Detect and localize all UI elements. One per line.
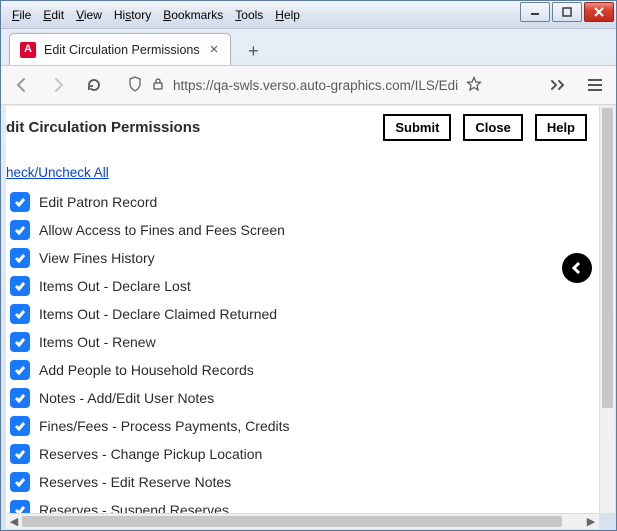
permission-label: Reserves - Change Pickup Location (39, 446, 262, 462)
checkbox[interactable] (10, 332, 30, 352)
checkbox[interactable] (10, 444, 30, 464)
permission-row: Items Out - Declare Lost (10, 272, 599, 300)
bookmark-star-icon[interactable] (466, 76, 482, 95)
vertical-scrollbar-thumb[interactable] (602, 108, 613, 408)
permission-label: Notes - Add/Edit User Notes (39, 390, 214, 406)
titlebar: File Edit View History Bookmarks Tools H… (1, 1, 616, 29)
help-button[interactable]: Help (535, 114, 587, 141)
checkbox[interactable] (10, 192, 30, 212)
page-title: dit Circulation Permissions (6, 119, 383, 136)
permission-row: Allow Access to Fines and Fees Screen (10, 216, 599, 244)
checkbox[interactable] (10, 276, 30, 296)
permission-label: View Fines History (39, 250, 155, 266)
checkbox[interactable] (10, 304, 30, 324)
lock-icon[interactable] (151, 77, 165, 94)
permission-row: Notes - Add/Edit User Notes (10, 384, 599, 412)
menu-bookmarks[interactable]: Bookmarks (158, 5, 228, 25)
checkbox[interactable] (10, 248, 30, 268)
tab-strip: Edit Circulation Permissions × + (1, 29, 616, 65)
permission-label: Items Out - Declare Claimed Returned (39, 306, 277, 322)
browser-tab[interactable]: Edit Circulation Permissions × (9, 33, 231, 65)
window-close-button[interactable] (584, 2, 614, 22)
permission-row: Fines/Fees - Process Payments, Credits (10, 412, 599, 440)
permission-label: Reserves - Edit Reserve Notes (39, 474, 231, 490)
menu-tools[interactable]: Tools (230, 5, 268, 25)
checkbox[interactable] (10, 388, 30, 408)
permission-row: Reserves - Suspend Reserves (10, 496, 599, 513)
permission-label: Reserves - Suspend Reserves (39, 502, 229, 513)
address-bar[interactable]: https://qa-swls.verso.auto-graphics.com/… (119, 70, 534, 100)
new-tab-button[interactable]: + (239, 37, 267, 65)
submit-button[interactable]: Submit (383, 114, 451, 141)
vertical-scrollbar[interactable] (599, 106, 615, 513)
menu-edit[interactable]: Edit (38, 5, 69, 25)
permission-label: Edit Patron Record (39, 194, 157, 210)
permissions-list: Edit Patron Record Allow Access to Fines … (6, 188, 599, 513)
permission-row: View Fines History (10, 244, 599, 272)
horizontal-scrollbar[interactable]: ◀ ▶ (6, 513, 599, 529)
overflow-chevron-icon[interactable] (548, 74, 570, 96)
permission-label: Fines/Fees - Process Payments, Credits (39, 418, 290, 434)
permission-label: Allow Access to Fines and Fees Screen (39, 222, 285, 238)
horizontal-scrollbar-thumb[interactable] (22, 516, 562, 527)
close-button[interactable]: Close (463, 114, 522, 141)
checkbox[interactable] (10, 500, 30, 513)
tab-title: Edit Circulation Permissions (44, 43, 200, 57)
permission-row: Add People to Household Records (10, 356, 599, 384)
permission-row: Items Out - Declare Claimed Returned (10, 300, 599, 328)
scroll-left-arrow-icon[interactable]: ◀ (6, 515, 22, 528)
menu-help[interactable]: Help (270, 5, 305, 25)
permission-label: Items Out - Declare Lost (39, 278, 191, 294)
window-maximize-button[interactable] (552, 2, 582, 22)
url-text: https://qa-swls.verso.auto-graphics.com/… (173, 78, 458, 93)
window-minimize-button[interactable] (520, 2, 550, 22)
hamburger-menu-icon[interactable] (584, 74, 606, 96)
permission-label: Items Out - Renew (39, 334, 156, 350)
checkbox[interactable] (10, 416, 30, 436)
forward-button[interactable] (47, 74, 69, 96)
check-uncheck-all-link[interactable]: heck/Uncheck All (6, 165, 109, 180)
permission-row: Reserves - Change Pickup Location (10, 440, 599, 468)
menu-history[interactable]: History (109, 5, 156, 25)
page-content: dit Circulation Permissions Submit Close… (6, 106, 599, 513)
back-button[interactable] (11, 74, 33, 96)
shield-icon[interactable] (127, 76, 143, 95)
permission-row: Edit Patron Record (10, 188, 599, 216)
reload-button[interactable] (83, 74, 105, 96)
permission-row: Items Out - Renew (10, 328, 599, 356)
menubar: File Edit View History Bookmarks Tools H… (1, 5, 305, 25)
menu-file[interactable]: File (7, 5, 36, 25)
tab-close-icon[interactable]: × (208, 41, 221, 58)
angular-icon (20, 42, 36, 58)
checkbox[interactable] (10, 472, 30, 492)
checkbox[interactable] (10, 360, 30, 380)
menu-view[interactable]: View (71, 5, 107, 25)
collapse-panel-button[interactable] (562, 253, 592, 283)
permission-label: Add People to Household Records (39, 362, 254, 378)
browser-toolbar: https://qa-swls.verso.auto-graphics.com/… (1, 65, 616, 105)
checkbox[interactable] (10, 220, 30, 240)
permission-row: Reserves - Edit Reserve Notes (10, 468, 599, 496)
scroll-right-arrow-icon[interactable]: ▶ (583, 515, 599, 528)
